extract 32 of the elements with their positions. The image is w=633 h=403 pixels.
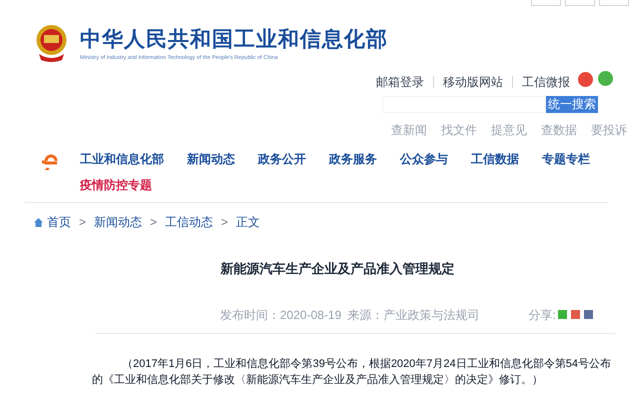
- breadcrumb-link[interactable]: 工信动态: [165, 213, 214, 231]
- nav-link[interactable]: 疫情防控专题: [80, 177, 152, 194]
- site-title: 中华人民共和国工业和信息化部: [80, 28, 388, 52]
- search-field[interactable]: [382, 96, 546, 113]
- toolbar-icon[interactable]: [531, 0, 561, 6]
- article-paragraph: （2017年1月6日，工业和信息化部令第39号公布，根据2020年7月24日工业和信息化部令第54号公布的《工业和信息化部关于修改〈新能源汽车生产企业及产品准入管理规定〉的决定》修订。）: [92, 356, 612, 388]
- nav-link[interactable]: 公众参与: [400, 151, 448, 168]
- nav-link[interactable]: 新闻动态: [187, 151, 235, 168]
- breadcrumb-separator: >: [79, 214, 86, 231]
- nav-link[interactable]: 专题专栏: [542, 151, 590, 168]
- publish-date: 发布时间：2020-08-19: [220, 306, 342, 324]
- breadcrumb-separator: >: [221, 214, 228, 231]
- nav-link[interactable]: 政务公开: [258, 151, 306, 168]
- logo-icon: [42, 154, 60, 170]
- breadcrumb-link[interactable]: 新闻动态: [94, 213, 142, 231]
- top-link[interactable]: 移动版网站: [443, 73, 503, 91]
- search-button[interactable]: 统一搜索: [546, 96, 598, 113]
- article-title: 新能源汽车生产企业及产品准入管理规定: [220, 260, 456, 278]
- breadcrumb-separator: >: [150, 214, 158, 231]
- top-link[interactable]: 工信微报: [522, 73, 570, 91]
- top-link[interactable]: 邮箱登录: [376, 73, 424, 91]
- breadcrumb-link[interactable]: 正文: [236, 213, 260, 231]
- breadcrumb-link[interactable]: 首页: [47, 213, 71, 231]
- article-source: 来源：产业政策与法规司: [347, 306, 480, 324]
- nav-link[interactable]: 工信数据: [471, 151, 519, 168]
- nav-link[interactable]: 政务服务: [329, 151, 377, 168]
- home-icon: [34, 218, 43, 226]
- nav-link[interactable]: 工业和信息化部: [80, 151, 164, 168]
- toolbar-icon[interactable]: [565, 0, 595, 6]
- emblem-icon: [35, 24, 68, 62]
- toolbar-icon[interactable]: [599, 0, 629, 6]
- share-label: 分享:: [528, 306, 556, 324]
